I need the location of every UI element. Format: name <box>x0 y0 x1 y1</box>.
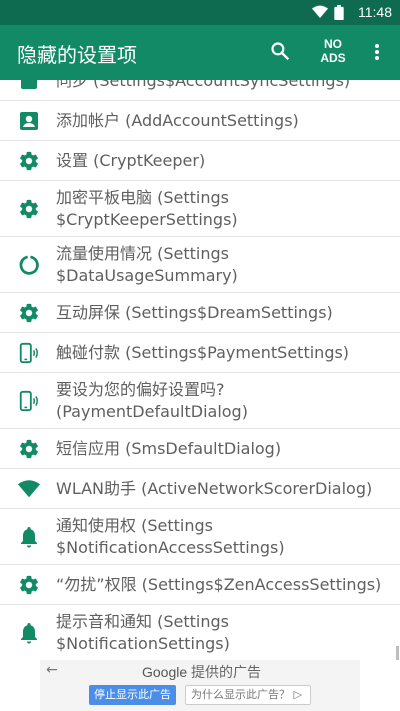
list-item[interactable]: 添加帐户 (AddAccountSettings) <box>0 101 400 141</box>
wifi-status-icon <box>312 5 328 19</box>
list-item-label: 短信应用 (SmsDefaultDialog) <box>56 439 282 458</box>
list-item[interactable]: 通知使用权 (Settings $NotificationAccessSetti… <box>0 509 400 565</box>
account-box-icon <box>18 110 40 132</box>
list-item-label: 流量使用情况 (Settings $DataUsageSummary) <box>56 244 238 285</box>
list-item[interactable]: 加密平板电脑 (Settings $CryptKeeperSettings) <box>0 181 400 237</box>
why-ad-button[interactable]: 为什么显示此广告？ ▷ <box>185 685 311 705</box>
list-item-label: 添加帐户 (AddAccountSettings) <box>56 111 299 130</box>
list-item-label: 通知使用权 (Settings $NotificationAccessSetti… <box>56 516 285 557</box>
list-item-label: 提示音和通知 (Settings $NotificationSettings) <box>56 612 230 653</box>
list-item[interactable]: 短信应用 (SmsDefaultDialog) <box>0 429 400 469</box>
list-item-label: 互动屏保 (Settings$DreamSettings) <box>56 303 333 322</box>
no-ads-line1: NO <box>324 37 342 51</box>
ad-attribution: Google 提供的广告 <box>142 662 261 682</box>
gear-icon <box>18 438 40 460</box>
page-title: 隐藏的设置项 <box>17 43 137 67</box>
app-bar: 隐藏的设置项 NO ADS <box>0 25 400 80</box>
search-icon[interactable] <box>270 41 290 61</box>
data-usage-icon <box>18 254 40 276</box>
list-item[interactable]: 流量使用情况 (Settings $DataUsageSummary) <box>0 237 400 293</box>
gear-icon <box>18 198 40 220</box>
nfc-phone-icon <box>18 390 40 412</box>
list-item[interactable]: “勿扰”权限 (Settings$ZenAccessSettings) <box>0 565 400 605</box>
status-time: 11:48 <box>358 4 392 20</box>
list-item[interactable]: 设置 (CryptKeeper) <box>0 141 400 181</box>
list-item-label: 同步 (Settings$AccountSyncSettings) <box>56 80 351 90</box>
sync-icon <box>18 80 40 92</box>
list-item[interactable]: 互动屏保 (Settings$DreamSettings) <box>0 293 400 333</box>
list-item[interactable]: 同步 (Settings$AccountSyncSettings) <box>0 80 400 101</box>
gear-icon <box>18 302 40 324</box>
ad-provided-label: 提供的广告 <box>191 664 262 680</box>
no-ads-line2: ADS <box>320 51 346 65</box>
status-icons <box>312 5 344 20</box>
gear-icon <box>18 150 40 172</box>
list-item[interactable]: 要设为您的偏好设置吗? (PaymentDefaultDialog) <box>0 373 400 429</box>
list-item-label: WLAN助手 (ActiveNetworkScorerDialog) <box>56 479 373 498</box>
list-item-label: “勿扰”权限 (Settings$ZenAccessSettings) <box>56 575 382 594</box>
bell-icon <box>18 526 40 548</box>
stop-ad-button[interactable]: 停止显示此广告 <box>89 685 176 705</box>
nfc-phone-icon <box>18 342 40 364</box>
list-item[interactable]: 触碰付款 (Settings$PaymentSettings) <box>0 333 400 373</box>
status-bar: 11:48 <box>0 0 400 25</box>
settings-list: 同步 (Settings$AccountSyncSettings) 添加帐户 (… <box>0 80 400 660</box>
ad-back-arrow[interactable]: ← <box>46 662 58 678</box>
list-item-label: 要设为您的偏好设置吗? (PaymentDefaultDialog) <box>56 380 248 421</box>
ad-banner: ← Google 提供的广告 停止显示此广告 为什么显示此广告？ ▷ <box>40 660 360 711</box>
scrollbar-thumb[interactable] <box>396 646 399 660</box>
list-item-label: 加密平板电脑 (Settings $CryptKeeperSettings) <box>56 188 238 229</box>
more-vert-icon[interactable] <box>372 43 382 61</box>
list-item-label: 设置 (CryptKeeper) <box>56 151 206 170</box>
no-ads-button[interactable]: NO ADS <box>316 37 350 65</box>
bell-icon <box>18 622 40 644</box>
wifi-icon <box>18 478 40 500</box>
google-logo: Google <box>142 664 188 680</box>
gear-icon <box>18 574 40 596</box>
list-item[interactable]: 提示音和通知 (Settings $NotificationSettings) <box>0 605 400 660</box>
list-item[interactable]: WLAN助手 (ActiveNetworkScorerDialog) <box>0 469 400 509</box>
battery-icon <box>334 5 344 20</box>
list-item-label: 触碰付款 (Settings$PaymentSettings) <box>56 343 350 362</box>
